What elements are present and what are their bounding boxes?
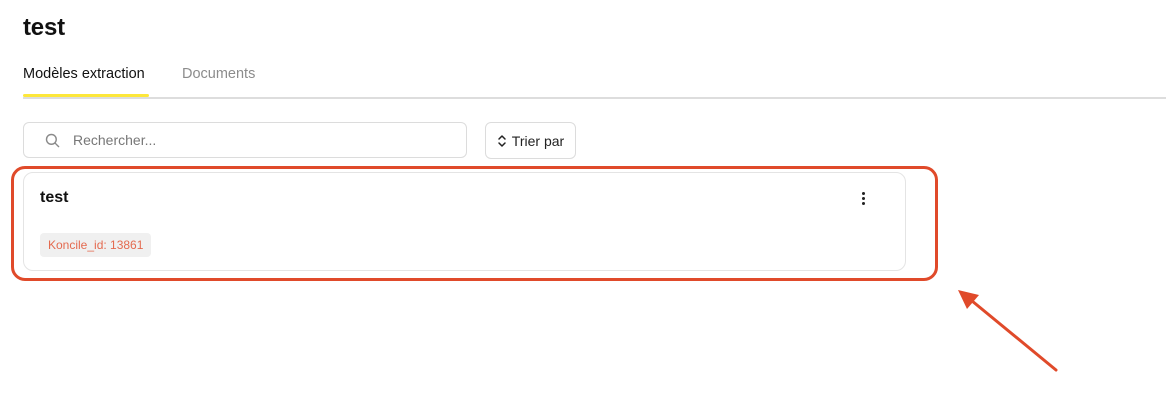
page: test Modèles extraction Documents Trier … — [0, 0, 1166, 409]
tab-modeles-extraction[interactable]: Modèles extraction — [23, 66, 145, 82]
tab-documents[interactable]: Documents — [182, 66, 255, 82]
model-id-badge: Koncile_id: 13861 — [40, 233, 152, 257]
sort-button-label: Trier par — [511, 132, 565, 149]
model-card-title: test — [40, 189, 69, 206]
sort-button[interactable]: Trier par — [485, 122, 576, 159]
annotation-arrow-icon — [958, 290, 1058, 372]
vertical-dots-icon[interactable] — [856, 189, 870, 207]
search-icon — [44, 132, 60, 148]
active-tab-underline — [23, 94, 149, 97]
model-card[interactable]: test Koncile_id: 13861 — [23, 172, 906, 271]
search-box[interactable] — [23, 122, 467, 158]
search-input[interactable] — [73, 132, 433, 148]
tab-bar: Modèles extraction Documents — [23, 60, 1166, 99]
page-title: test — [23, 14, 65, 41]
sort-arrows-icon — [497, 134, 507, 148]
